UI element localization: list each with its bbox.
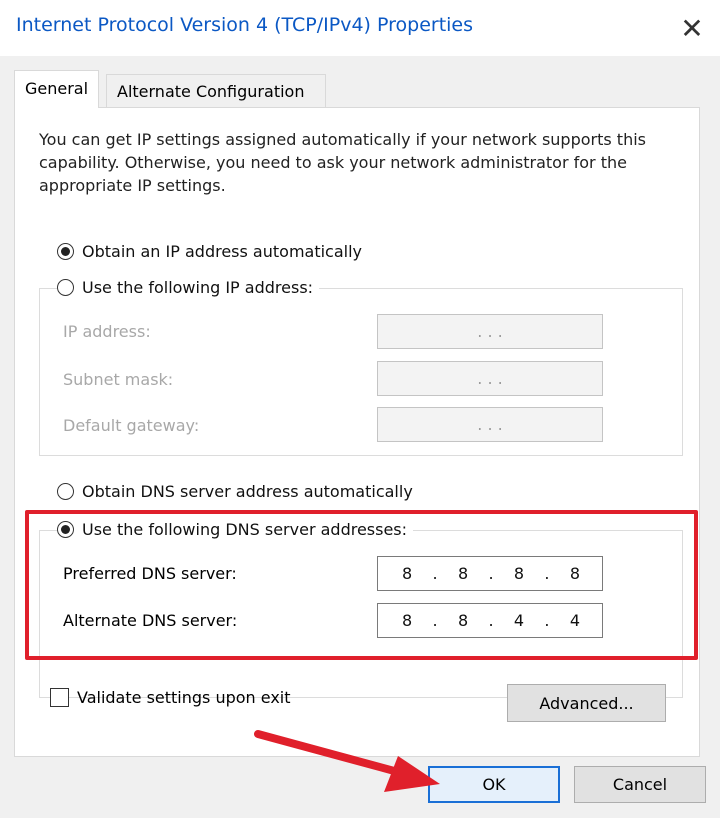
close-button[interactable]: ✕ xyxy=(664,0,720,56)
dialog-body: General Alternate Configuration You can … xyxy=(0,56,720,818)
tab-general[interactable]: General xyxy=(14,70,100,108)
window-title: Internet Protocol Version 4 (TCP/IPv4) P… xyxy=(16,14,474,36)
red-arrow-annotation-icon xyxy=(254,730,440,792)
title-bar: Internet Protocol Version 4 (TCP/IPv4) P… xyxy=(0,0,720,56)
close-icon: ✕ xyxy=(680,11,704,45)
